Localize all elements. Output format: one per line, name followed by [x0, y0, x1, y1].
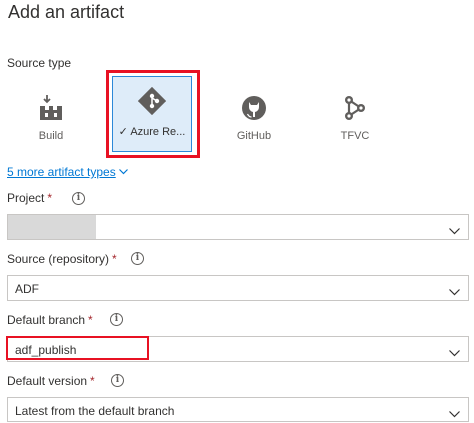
- project-value-redacted: [8, 215, 96, 239]
- branch-value: adf_publish: [15, 343, 77, 357]
- source-tile-label: TFVC: [340, 130, 370, 142]
- info-icon[interactable]: i: [72, 192, 85, 205]
- repository-label: Source (repository) *: [7, 252, 117, 266]
- repository-value: ADF: [15, 282, 39, 296]
- chevron-down-icon: [449, 283, 460, 301]
- required-marker: *: [112, 252, 117, 266]
- required-marker: *: [47, 191, 53, 205]
- source-tile-github[interactable]: GitHub: [214, 80, 294, 150]
- source-tile-azure-repos[interactable]: ✓ Azure Re...: [112, 76, 192, 152]
- more-artifact-types-link[interactable]: 5 more artifact types: [7, 164, 128, 179]
- source-tile-label: Build: [38, 130, 64, 142]
- source-tile-build[interactable]: Build: [11, 80, 91, 150]
- branch-dropdown[interactable]: adf_publish: [7, 336, 469, 362]
- more-artifact-types-label: 5 more artifact types: [7, 165, 116, 179]
- repository-dropdown[interactable]: ADF: [7, 275, 469, 301]
- page-title: Add an artifact: [8, 2, 125, 22]
- source-tile-tfvc[interactable]: TFVC: [315, 80, 395, 150]
- check-icon: ✓: [118, 126, 128, 138]
- chevron-down-icon: [449, 405, 460, 423]
- branch-label: Default branch *: [7, 313, 93, 327]
- chevron-down-icon: [449, 222, 460, 240]
- version-dropdown[interactable]: Latest from the default branch: [7, 397, 469, 422]
- required-marker: *: [88, 313, 93, 327]
- build-icon: [11, 94, 91, 124]
- version-value: Latest from the default branch: [15, 404, 175, 418]
- github-icon: [214, 94, 294, 124]
- chevron-down-icon: [449, 344, 460, 362]
- info-icon[interactable]: i: [111, 374, 124, 387]
- info-icon[interactable]: i: [110, 313, 123, 326]
- project-dropdown[interactable]: [7, 214, 469, 240]
- required-marker: *: [90, 374, 95, 388]
- source-tile-label: GitHub: [236, 130, 272, 142]
- version-label: Default version *: [7, 374, 95, 388]
- info-icon[interactable]: i: [131, 252, 144, 265]
- chevron-down-icon: [118, 164, 128, 178]
- source-tile-label: Azure Re...: [130, 126, 186, 138]
- project-label: Project *: [7, 191, 53, 205]
- tfvc-icon: [315, 94, 395, 124]
- azure-repos-icon: [113, 86, 191, 117]
- source-type-label: Source type: [7, 56, 72, 70]
